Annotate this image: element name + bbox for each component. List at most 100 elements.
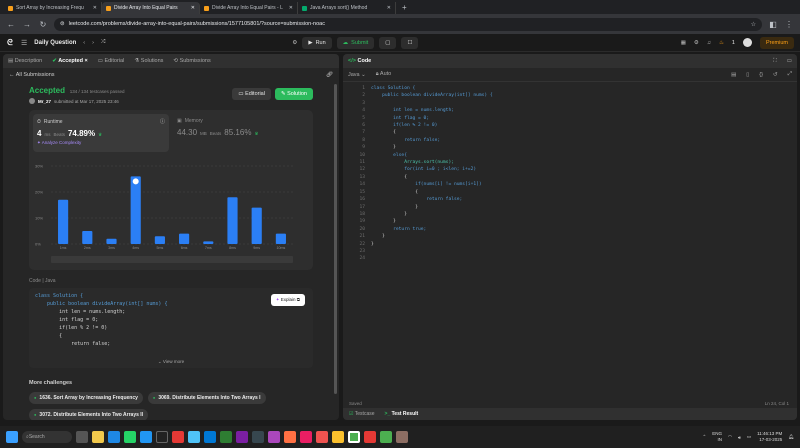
app-icon[interactable]: [204, 431, 216, 443]
layout-icon[interactable]: ▦: [681, 40, 686, 46]
url-input[interactable]: ⊜ leetcode.com/problems/divide-array-int…: [54, 17, 762, 31]
notes-icon[interactable]: ▢: [379, 36, 397, 49]
chart-bar[interactable]: [82, 231, 93, 244]
app-icon[interactable]: [300, 431, 312, 443]
chart-bar[interactable]: [58, 199, 69, 244]
tab-solutions[interactable]: ⚗ Solutions: [134, 58, 163, 64]
tab-description[interactable]: ▤ Description: [8, 58, 42, 64]
chart-bar[interactable]: [227, 197, 238, 244]
leetcode-logo-icon[interactable]: ᘓ: [6, 38, 14, 47]
menu-dots-icon[interactable]: ⋮: [784, 20, 794, 29]
vscode-icon[interactable]: [140, 431, 152, 443]
chrome-icon[interactable]: [380, 431, 392, 443]
cloud-icon[interactable]: [188, 431, 200, 443]
task-view-icon[interactable]: [76, 431, 88, 443]
close-tab-icon[interactable]: ✕: [289, 5, 293, 11]
notification-icon[interactable]: ♫: [707, 40, 711, 46]
daily-question-title[interactable]: Daily Question: [34, 40, 76, 46]
submit-button[interactable]: ☁ Submit: [336, 36, 375, 49]
view-more-button[interactable]: ⌄ View more: [29, 358, 313, 366]
code-editor[interactable]: 1 class Solution {2 public boolean divide…: [343, 82, 797, 396]
tab-testcase[interactable]: ☑ Testcase: [349, 411, 375, 417]
problem-list-icon[interactable]: ☰: [21, 39, 27, 47]
tab-editorial[interactable]: ▭ Editorial: [98, 58, 125, 64]
avatar[interactable]: [742, 38, 752, 47]
reload-icon[interactable]: ↻: [38, 20, 48, 29]
chart-bar[interactable]: [130, 176, 141, 244]
app-icon[interactable]: [332, 431, 344, 443]
close-tab-icon[interactable]: ✕: [93, 5, 97, 11]
tab-submissions[interactable]: ⟲ Submissions: [173, 58, 210, 64]
edge-icon[interactable]: [108, 431, 120, 443]
challenge-chip[interactable]: 1636. Sort Array by Increasing Frequency: [29, 392, 143, 404]
browser-tab[interactable]: Divide Array Into Equal Pairs - L ✕: [200, 2, 298, 14]
app-icon[interactable]: [284, 431, 296, 443]
maximize-icon[interactable]: ⛶: [773, 58, 777, 65]
notes-icon[interactable]: ▤: [731, 72, 736, 78]
memory-card[interactable]: ▣ Memory 44.30 MB Beats 85.16% ♛: [173, 114, 309, 152]
chart-bar[interactable]: [251, 207, 262, 244]
tab-code[interactable]: </> Code: [348, 58, 371, 64]
app-icon[interactable]: [236, 431, 248, 443]
chrome-icon[interactable]: [348, 431, 360, 443]
taskbar-search[interactable]: ⌕ Search: [22, 431, 72, 443]
back-arrow-icon[interactable]: ←: [6, 20, 16, 29]
app-icon[interactable]: [268, 431, 280, 443]
explain-button[interactable]: ✦ Explain ⧉: [270, 294, 305, 306]
new-tab-icon[interactable]: +: [396, 3, 413, 14]
reset-icon[interactable]: ↺: [773, 72, 778, 78]
solution-button[interactable]: ✎ Solution: [274, 88, 313, 100]
next-problem-icon[interactable]: ›: [92, 40, 94, 46]
clock[interactable]: 11:46:13 PM 17-03-2025: [757, 431, 782, 443]
chart-bar[interactable]: [203, 241, 214, 244]
chart-bar[interactable]: [154, 236, 165, 244]
app-icon[interactable]: [220, 431, 232, 443]
range-scrubber[interactable]: [51, 256, 293, 263]
battery-icon[interactable]: ▭: [747, 434, 751, 440]
browser-tab[interactable]: Divide Array Into Equal Pairs ✕: [102, 2, 200, 14]
info-icon[interactable]: ⓘ: [160, 118, 165, 125]
tab-accepted[interactable]: ✔ Accepted ×: [52, 58, 87, 64]
chevron-up-icon[interactable]: ⌃: [703, 434, 707, 440]
runtime-card[interactable]: ⏱ Runtime ⓘ 4 ms Beats 74.89% ♛ ✦ Analyze…: [33, 114, 169, 152]
back-link[interactable]: ← All Submissions: [9, 72, 55, 78]
auto-mode[interactable]: 🔒︎ Auto: [376, 71, 391, 78]
notification-bell-icon[interactable]: 🔔︎: [788, 434, 794, 440]
collapse-icon[interactable]: ▭: [787, 58, 792, 64]
app-icon[interactable]: [172, 431, 184, 443]
forward-arrow-icon[interactable]: →: [22, 20, 32, 29]
run-button[interactable]: ▶ Run: [302, 36, 332, 49]
prev-problem-icon[interactable]: ‹: [83, 40, 85, 46]
app-icon[interactable]: [364, 431, 376, 443]
challenge-chip[interactable]: 3069. Distribute Elements Into Two Array…: [147, 392, 266, 404]
shuffle-icon[interactable]: ⤮: [101, 39, 105, 46]
challenge-chip[interactable]: 3072. Distribute Elements Into Two Array…: [29, 409, 149, 420]
browser-tab[interactable]: Sort Array by Increasing Frequ ✕: [4, 2, 102, 14]
intellij-icon[interactable]: [156, 431, 168, 443]
bookmark-star-icon[interactable]: ☆: [751, 21, 756, 28]
chart-bar[interactable]: [275, 233, 286, 244]
chat-icon[interactable]: ☐: [401, 36, 419, 49]
app-icon[interactable]: [396, 431, 408, 443]
editorial-button[interactable]: ▭ Editorial: [232, 88, 271, 100]
close-tab-icon[interactable]: ✕: [387, 5, 391, 11]
extensions-icon[interactable]: ◧: [768, 20, 778, 29]
app-icon[interactable]: [252, 431, 264, 443]
whatsapp-icon[interactable]: [124, 431, 136, 443]
language-indicator[interactable]: ENG IN: [712, 431, 722, 443]
chart-bar[interactable]: [179, 233, 190, 244]
site-info-icon[interactable]: ⊜: [60, 21, 65, 27]
premium-button[interactable]: Premium: [759, 36, 794, 49]
debug-icon[interactable]: ⚙: [292, 40, 297, 46]
language-select[interactable]: Java ⌄: [348, 72, 366, 78]
bookmark-icon[interactable]: ▯: [746, 72, 749, 78]
fullscreen-icon[interactable]: ⤢: [788, 71, 792, 78]
windows-start-icon[interactable]: [6, 431, 18, 443]
close-icon[interactable]: ×: [84, 58, 87, 64]
close-tab-icon[interactable]: ✕: [191, 5, 195, 11]
username[interactable]: Mr_27: [38, 99, 51, 104]
copy-icon[interactable]: ⧉: [297, 297, 300, 302]
volume-icon[interactable]: 🔊︎: [738, 435, 741, 440]
browser-tab[interactable]: Java Arrays sort() Method ✕: [298, 2, 396, 14]
link-icon[interactable]: 🔗︎: [326, 72, 333, 78]
